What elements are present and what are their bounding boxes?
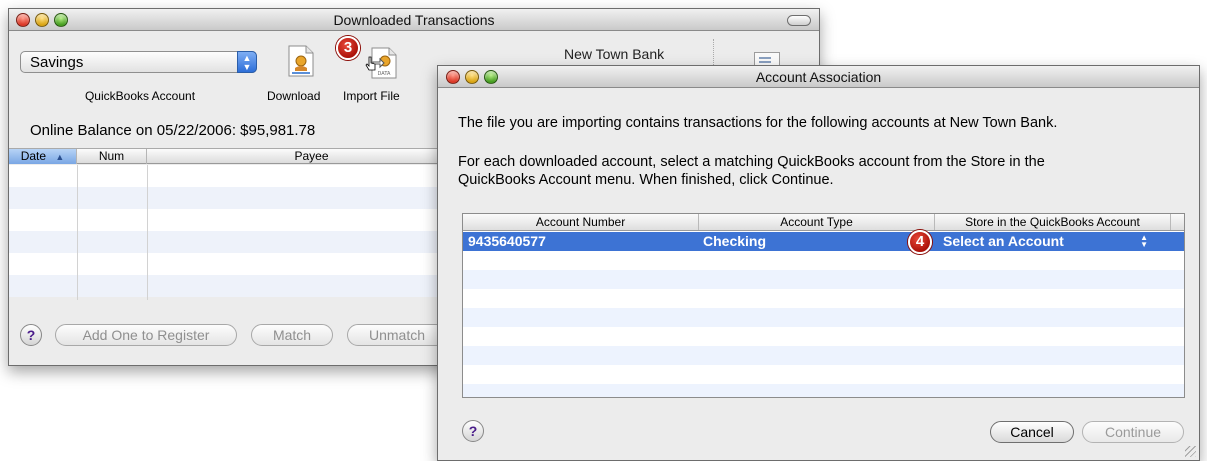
table-row xyxy=(463,270,1184,289)
cancel-button[interactable]: Cancel xyxy=(990,421,1074,443)
column-store-in-account[interactable]: Store in the QuickBooks Account xyxy=(935,214,1171,230)
quickbooks-account-value: Savings xyxy=(30,54,84,71)
toolbar-toggle-button[interactable] xyxy=(787,15,811,26)
continue-button[interactable]: Continue xyxy=(1082,421,1184,443)
resize-grip-icon[interactable] xyxy=(1185,446,1196,457)
table-row xyxy=(463,384,1184,397)
quickbooks-account-caption: QuickBooks Account xyxy=(84,89,196,103)
help-button[interactable]: ? xyxy=(20,324,42,346)
column-account-number[interactable]: Account Number xyxy=(463,214,699,230)
table-row xyxy=(463,289,1184,308)
account-association-window: Account Association The file you are imp… xyxy=(437,65,1200,461)
popup-arrows-icon: ▲ ▼ xyxy=(237,51,257,73)
svg-text:DATA: DATA xyxy=(378,71,391,77)
table-row xyxy=(463,251,1184,270)
step-4-badge: 4 xyxy=(908,230,932,254)
account-association-table[interactable]: Account Number Account Type Store in the… xyxy=(462,213,1185,398)
download-label: Download xyxy=(267,89,321,103)
column-num[interactable]: Num xyxy=(77,149,147,164)
download-icon[interactable] xyxy=(286,45,316,77)
import-file-label: Import File xyxy=(343,89,400,103)
store-in-account-popup[interactable]: Select an Account xyxy=(943,233,1064,249)
sort-ascending-icon: ▲ xyxy=(55,152,65,162)
help-button[interactable]: ? xyxy=(462,420,484,442)
instructions-line-2: QuickBooks Account menu. When finished, … xyxy=(458,172,834,188)
table-row xyxy=(463,327,1184,346)
table-row[interactable]: 9435640577 Checking Select an Account ▲ ▼ xyxy=(463,232,1184,251)
account-table-header: Account Number Account Type Store in the… xyxy=(463,214,1184,231)
pointer-cursor-icon xyxy=(365,56,376,71)
add-one-to-register-button[interactable]: Add One to Register xyxy=(55,324,237,346)
step-3-badge: 3 xyxy=(336,36,360,60)
table-row xyxy=(463,365,1184,384)
bank-name: New Town Bank xyxy=(564,46,665,62)
table-row xyxy=(463,346,1184,365)
match-button[interactable]: Match xyxy=(251,324,333,346)
table-row xyxy=(463,308,1184,327)
account-titlebar: Account Association xyxy=(438,66,1199,88)
popup-arrows-icon[interactable]: ▲ ▼ xyxy=(1140,234,1148,249)
downloaded-titlebar: Downloaded Transactions xyxy=(9,9,819,31)
import-message: The file you are importing contains tran… xyxy=(458,115,1058,131)
instructions-line-1: For each downloaded account, select a ma… xyxy=(458,154,1045,170)
window-title: Account Association xyxy=(755,69,882,85)
account-number-cell: 9435640577 xyxy=(468,233,546,249)
window-title: Downloaded Transactions xyxy=(333,12,495,28)
column-payee[interactable]: Payee xyxy=(147,149,477,164)
column-account-type[interactable]: Account Type xyxy=(699,214,935,230)
account-type-cell: Checking xyxy=(703,233,767,249)
column-date[interactable]: Date ▲ xyxy=(9,149,77,164)
unmatch-button[interactable]: Unmatch xyxy=(347,324,447,346)
quickbooks-account-popup[interactable]: Savings ▲ ▼ xyxy=(20,51,257,73)
online-balance: Online Balance on 05/22/2006: $95,981.78 xyxy=(30,122,316,139)
column-divider xyxy=(147,165,148,300)
column-divider xyxy=(77,165,78,300)
